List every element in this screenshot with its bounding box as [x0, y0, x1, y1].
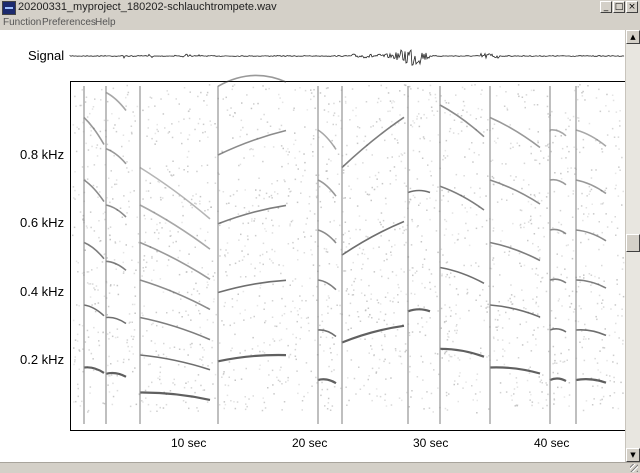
menu-function[interactable]: Function — [3, 17, 41, 28]
x-tick-label: 20 sec — [292, 436, 328, 450]
spectrogram-svg — [69, 49, 625, 431]
x-tick-label: 40 sec — [534, 436, 570, 450]
signal-waveform — [69, 49, 625, 66]
close-button[interactable]: × — [626, 1, 638, 13]
spectrogram-canvas[interactable]: Signal 0.8 kHz 0.6 kHz 0.4 kHz 0.2 kHz 1… — [0, 30, 625, 462]
scroll-down-button[interactable]: ▼ — [626, 448, 640, 462]
minimize-button[interactable]: _ — [600, 1, 612, 13]
vertical-scrollbar[interactable]: ▲ ▼ — [625, 30, 640, 462]
resize-grip-icon[interactable] — [630, 464, 638, 472]
scroll-thumb[interactable] — [626, 234, 640, 252]
app-icon[interactable] — [2, 1, 16, 15]
x-tick-label: 30 sec — [413, 436, 449, 450]
y-tick-label: 0.2 kHz — [20, 352, 65, 367]
menu-bar: Function Preferences Help — [0, 16, 640, 30]
x-tick-label: 10 sec — [171, 436, 207, 450]
menu-preferences[interactable]: Preferences — [42, 17, 96, 28]
window-title: 20200331_myproject_180202-schlauchtrompe… — [18, 1, 277, 13]
scroll-up-button[interactable]: ▲ — [626, 30, 640, 44]
menu-help[interactable]: Help — [95, 17, 116, 28]
title-bar: 20200331_myproject_180202-schlauchtrompe… — [0, 0, 640, 17]
spectrogram-harmonics — [83, 74, 607, 424]
y-tick-label: 0.8 kHz — [20, 147, 65, 162]
y-tick-label: 0.4 kHz — [20, 284, 65, 299]
status-bar — [0, 462, 640, 473]
signal-label: Signal — [28, 48, 65, 63]
maximize-button[interactable]: □ — [613, 1, 625, 13]
y-tick-label: 0.6 kHz — [20, 215, 65, 230]
